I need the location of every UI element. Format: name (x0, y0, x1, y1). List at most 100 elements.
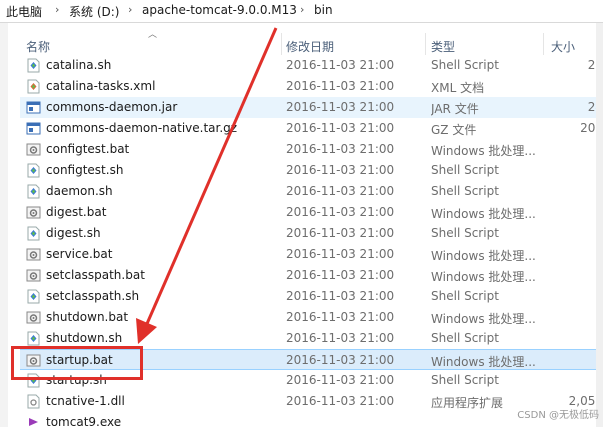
file-row[interactable]: tomcat9.exe (20, 412, 603, 433)
file-name: digest.bat (46, 205, 107, 219)
file-name: daemon.sh (46, 184, 113, 198)
watermark: CSDN @无极低码 (517, 410, 599, 421)
file-type: GZ 文件 (431, 123, 477, 137)
file-row[interactable]: catalina.sh 2016-11-03 21:00 Shell Script 2… (20, 55, 603, 76)
highlight-box (11, 346, 143, 380)
file-row[interactable]: setclasspath.bat 2016-11-03 21:00 Windows … (20, 265, 603, 286)
file-date: 2016-11-03 21:00 (286, 289, 395, 303)
breadcrumb-separator-icon[interactable]: › (128, 3, 132, 16)
address-bar[interactable]: 此电脑 › 系统 (D:) › apache-tomcat-9.0.0.M13 … (0, 0, 603, 23)
file-name: catalina.sh (46, 58, 112, 72)
file-type: Windows 批处理... (431, 355, 536, 369)
file-row[interactable]: catalina-tasks.xml 2016-11-03 21:00 XML 文档… (20, 76, 603, 97)
batch-file-icon (26, 205, 41, 220)
file-type: Shell Script (431, 163, 499, 177)
file-type: Windows 批处理... (431, 270, 536, 284)
file-date: 2016-11-03 21:00 (286, 331, 395, 345)
file-name: tcnative-1.dll (46, 394, 125, 408)
file-date: 2016-11-03 21:00 (286, 184, 395, 198)
file-date: 2016-11-03 21:00 (286, 100, 395, 114)
shell-script-icon (26, 184, 41, 199)
file-date: 2016-11-03 21:00 (286, 373, 395, 387)
file-type: XML 文档 (431, 81, 485, 95)
file-date: 2016-11-03 21:00 (286, 121, 395, 135)
file-date: 2016-11-03 21:00 (286, 205, 395, 219)
breadcrumb-this-pc[interactable]: 此电脑 (6, 3, 42, 20)
file-size: 7 (547, 247, 603, 261)
file-name: commons-daemon.jar (46, 100, 178, 114)
file-name: commons-daemon-native.tar.gz (46, 121, 238, 135)
file-row[interactable]: service.bat 2016-11-03 21:00 Windows 批处理..… (20, 244, 603, 265)
file-size: 3 (547, 79, 603, 93)
file-row[interactable]: commons-daemon-native.tar.gz 2016-11-03 2… (20, 118, 603, 139)
shell-script-icon (26, 163, 41, 178)
file-type: Shell Script (431, 289, 499, 303)
file-row[interactable]: setclasspath.sh 2016-11-03 21:00 Shell Scr… (20, 286, 603, 307)
file-name: digest.sh (46, 226, 101, 240)
shell-script-icon (26, 289, 41, 304)
file-size: 201 (580, 121, 603, 135)
file-type: Windows 批处理... (431, 207, 536, 221)
file-type: Shell Script (431, 58, 499, 72)
file-type: Shell Script (431, 373, 499, 387)
vertical-scrollbar[interactable] (596, 23, 603, 427)
navigation-pane-edge (0, 23, 8, 427)
shell-script-icon (26, 58, 41, 73)
archive-file-icon (26, 121, 41, 136)
file-date: 2016-11-03 21:00 (286, 142, 395, 156)
file-row[interactable]: shutdown.bat 2016-11-03 21:00 Windows 批处理.… (20, 307, 603, 328)
file-date: 2016-11-03 21:00 (286, 58, 395, 72)
breadcrumb-bin-folder[interactable]: bin (314, 3, 333, 17)
column-header-date[interactable]: 修改日期 (286, 38, 334, 55)
file-name: configtest.sh (46, 163, 124, 177)
file-row[interactable]: commons-daemon.jar 2016-11-03 21:00 JAR 文件… (20, 97, 603, 118)
file-date: 2016-11-03 21:00 (286, 79, 395, 93)
exe-file-icon (26, 415, 41, 430)
file-date: 2016-11-03 21:00 (286, 310, 395, 324)
batch-file-icon (26, 142, 41, 157)
breadcrumb-separator-icon[interactable]: › (55, 3, 59, 16)
dll-file-icon (26, 394, 41, 409)
file-name: configtest.bat (46, 142, 130, 156)
file-date: 2016-11-03 21:00 (286, 247, 395, 261)
file-row[interactable]: digest.bat 2016-11-03 21:00 Windows 批处理... (20, 202, 603, 223)
batch-file-icon (26, 247, 41, 262)
breadcrumb-drive[interactable]: 系统 (D:) (69, 3, 119, 20)
file-date: 2016-11-03 21:00 (286, 353, 395, 367)
breadcrumb-tomcat-folder[interactable]: apache-tomcat-9.0.0.M13 (142, 3, 297, 17)
column-header-type[interactable]: 类型 (431, 38, 455, 55)
file-type: Shell Script (431, 331, 499, 345)
column-divider[interactable] (281, 33, 282, 55)
file-date: 2016-11-03 21:00 (286, 163, 395, 177)
file-type: Windows 批处理... (431, 312, 536, 326)
column-divider[interactable] (543, 33, 544, 55)
file-type: Shell Script (431, 184, 499, 198)
column-header-size[interactable]: 大小 (551, 38, 575, 55)
column-header-row: 名称 修改日期 类型 大小 (0, 31, 603, 55)
file-row[interactable]: configtest.bat 2016-11-03 21:00 Windows 批处… (20, 139, 603, 160)
file-name: catalina-tasks.xml (46, 79, 156, 93)
file-size: 22 (547, 58, 603, 72)
file-name: service.bat (46, 247, 113, 261)
column-header-name[interactable]: 名称 (26, 38, 50, 55)
shell-script-icon (26, 226, 41, 241)
jar-file-icon (26, 100, 41, 115)
file-type: Windows 批处理... (431, 249, 536, 263)
file-type: JAR 文件 (431, 102, 479, 116)
file-date: 2016-11-03 21:00 (286, 226, 395, 240)
shell-script-icon (26, 331, 41, 346)
column-divider[interactable] (425, 33, 426, 55)
file-row[interactable]: daemon.sh 2016-11-03 21:00 Shell Script 8 (20, 181, 603, 202)
file-date: 2016-11-03 21:00 (286, 268, 395, 282)
file-size: 8 (547, 184, 603, 198)
file-type: Windows 批处理... (431, 144, 536, 158)
breadcrumb-separator-icon[interactable]: › (300, 3, 304, 16)
file-row[interactable]: digest.sh 2016-11-03 21:00 Shell Script (20, 223, 603, 244)
file-row[interactable]: configtest.sh 2016-11-03 21:00 Shell Scrip… (20, 160, 603, 181)
file-size: 24 (547, 100, 603, 114)
file-date: 2016-11-03 21:00 (286, 394, 395, 408)
file-row[interactable]: tcnative-1.dll 2016-11-03 21:00 应用程序扩展 2,05… (20, 391, 603, 412)
batch-file-icon (26, 310, 41, 325)
xml-document-icon (26, 79, 41, 94)
file-name: shutdown.sh (46, 331, 123, 345)
